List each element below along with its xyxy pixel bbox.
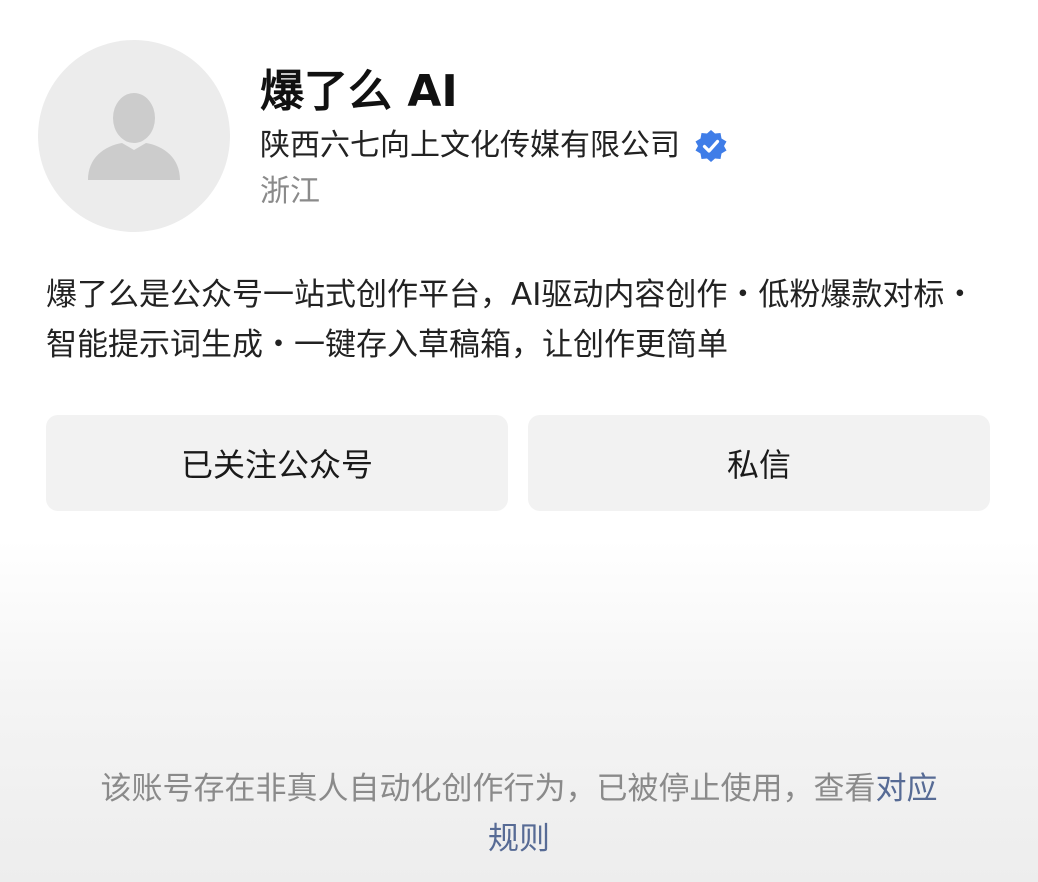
suspension-notice: 该账号存在非真人自动化创作行为，已被停止使用，查看对应规则 [100, 764, 938, 864]
account-description: 爆了么是公众号一站式创作平台，AI驱动内容创作・低粉爆款对标・智能提示词生成・一… [46, 277, 976, 363]
company-row: 陕西六七向上文化传媒有限公司 [260, 124, 728, 168]
region-label: 浙江 [260, 174, 320, 209]
company-name: 陕西六七向上文化传媒有限公司 [260, 128, 680, 163]
followed-button[interactable]: 已关注公众号 [46, 415, 508, 511]
default-user-avatar-icon [88, 93, 180, 180]
message-button[interactable]: 私信 [528, 415, 990, 511]
avatar[interactable] [38, 40, 230, 232]
account-name: 爆了么 AI [260, 66, 458, 117]
verified-badge-icon [695, 130, 727, 162]
suspension-notice-text: 该账号存在非真人自动化创作行为，已被停止使用，查看 [100, 771, 876, 807]
